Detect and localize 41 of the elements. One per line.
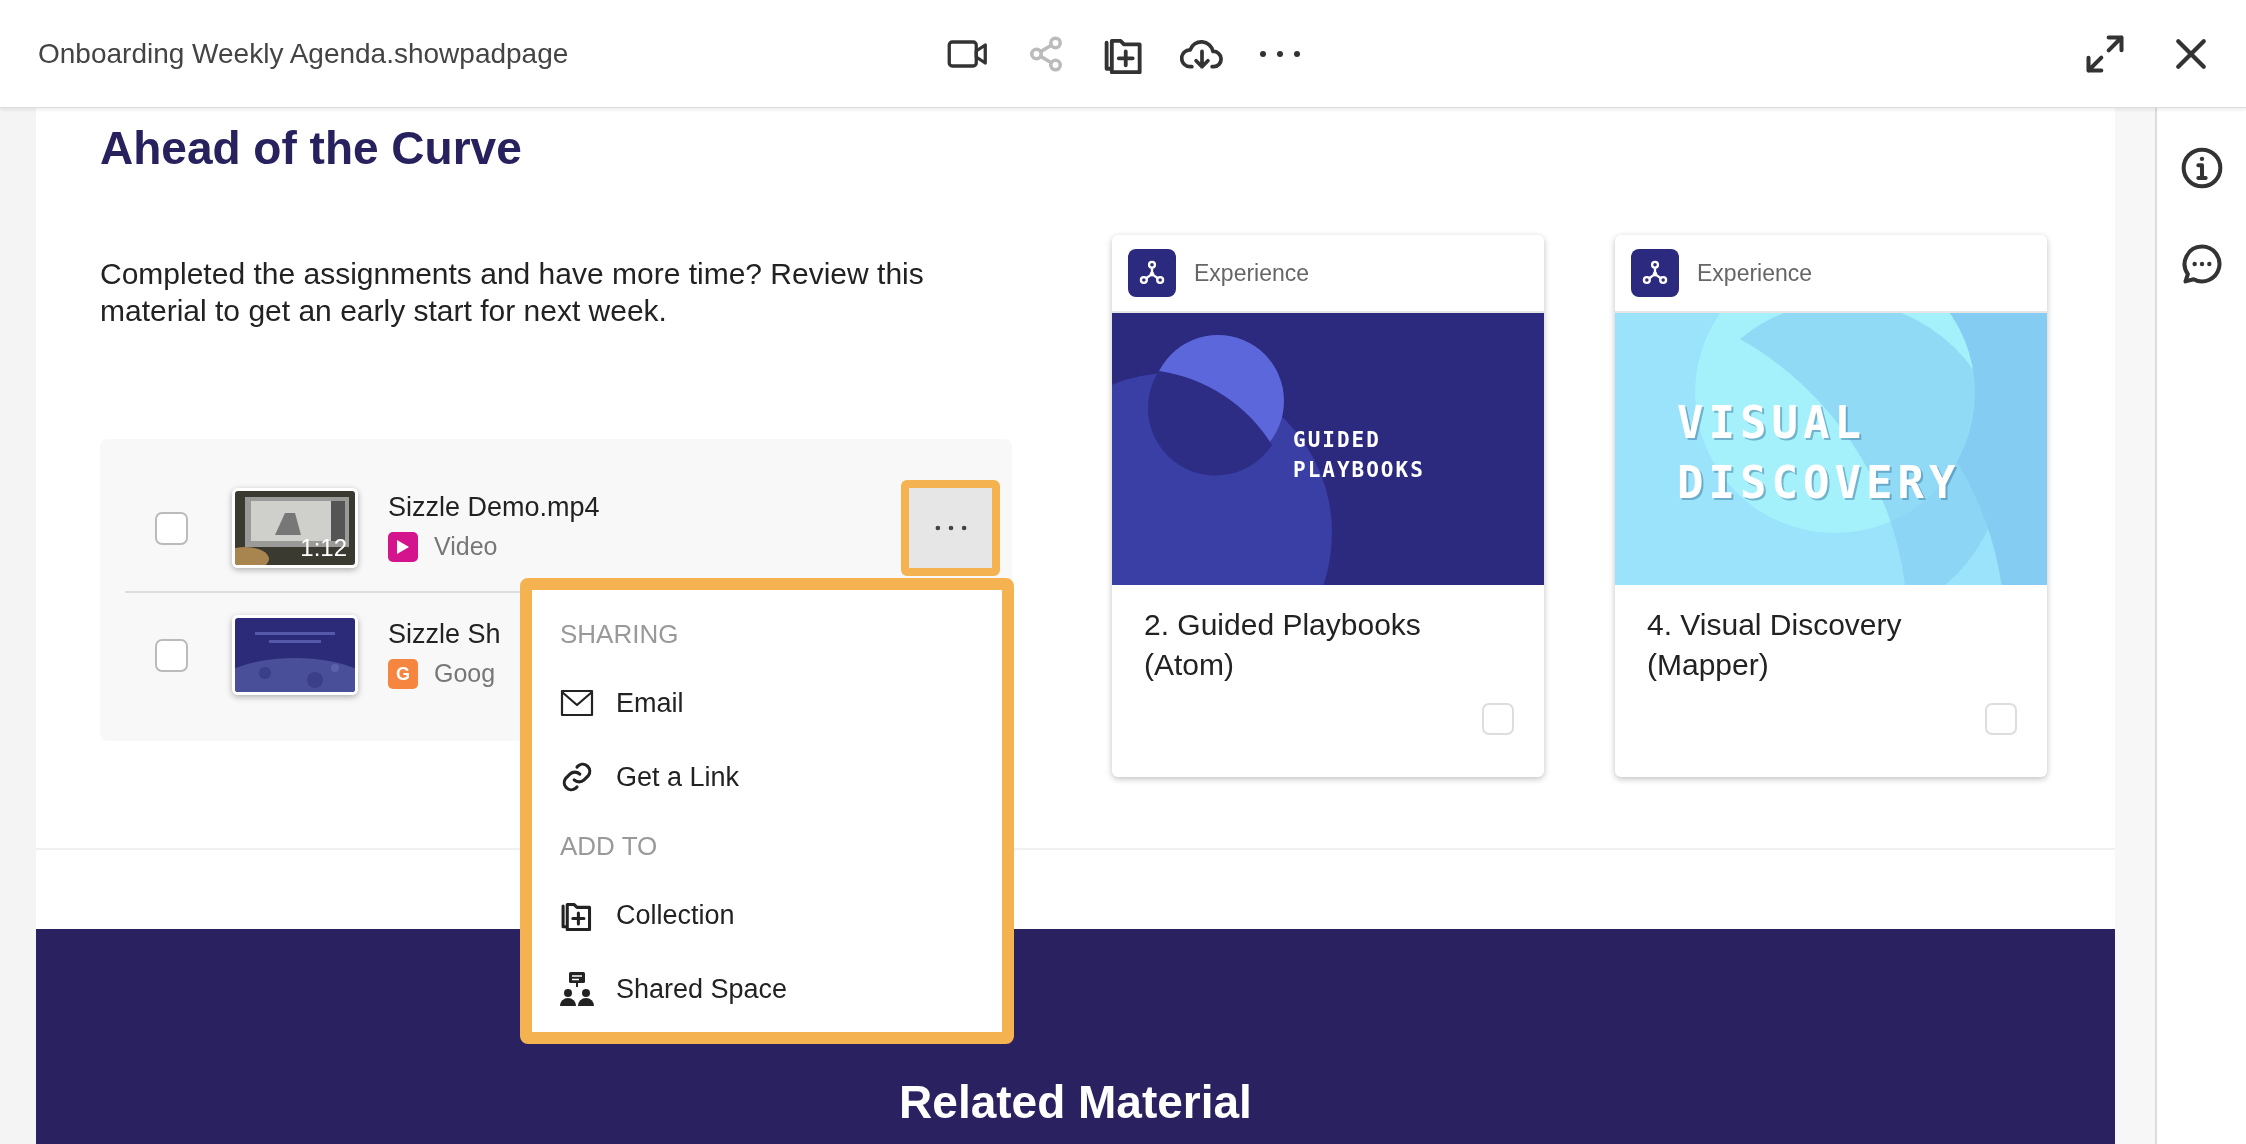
- menu-item[interactable]: Email: [557, 666, 977, 740]
- checkbox[interactable]: [155, 638, 188, 672]
- video-duration: 1:12: [300, 535, 347, 561]
- checkbox[interactable]: [1985, 703, 2017, 735]
- comment-icon: [2179, 242, 2224, 286]
- checkbox[interactable]: [1482, 703, 1514, 735]
- envelope-icon: [560, 689, 594, 717]
- section-heading: Ahead of the Curve: [100, 121, 523, 176]
- card-title: 4. Visual Discovery (Mapper): [1646, 607, 1903, 683]
- file-type: Goog: [434, 658, 496, 690]
- content-type: Experience: [1194, 258, 1310, 288]
- more-icon: [933, 524, 968, 532]
- file-type-badge: G: [388, 659, 418, 689]
- share-icon: [1027, 34, 1065, 73]
- checkbox[interactable]: [155, 511, 188, 545]
- menu-section-heading: ADD TO: [559, 829, 659, 863]
- menu-section-heading: SHARING: [559, 617, 680, 651]
- content-card[interactable]: Experience VISUAL DISCOVERY 4. Visual Discovery (Mapper): [1615, 235, 2047, 777]
- close-icon: [2174, 36, 2208, 71]
- video-camera-icon: [947, 38, 989, 69]
- menu-item[interactable]: Collection: [557, 878, 977, 952]
- cover-title: GUIDED PLAYBOOKS: [1293, 427, 1425, 484]
- document-title: Onboarding Weekly Agenda.showpadpage: [38, 36, 570, 71]
- cover-title: VISUAL DISCOVERY: [1677, 396, 1961, 510]
- more-icon: [1258, 48, 1302, 59]
- file-title: Sizzle Sh: [388, 618, 501, 652]
- content-card[interactable]: Experience GUIDED PLAYBOOKS 2. Guided Playbooks (Atom): [1112, 235, 1544, 777]
- file-title: Sizzle Demo.mp4: [388, 491, 600, 525]
- file-type: Video: [434, 531, 498, 563]
- section-description: Completed the assignments and have more time? Review this material to get an early start for next week.: [100, 256, 925, 329]
- network-icon: [1631, 249, 1679, 297]
- menu-item[interactable]: Shared Space: [557, 952, 977, 1026]
- play-icon: [388, 532, 418, 562]
- people-icon: [560, 972, 594, 1006]
- section-heading: Related Material: [898, 1075, 1253, 1129]
- network-icon: [1128, 249, 1176, 297]
- card-title: 2. Guided Playbooks (Atom): [1143, 607, 1422, 683]
- menu-item[interactable]: Get a Link: [557, 740, 977, 814]
- link-icon: [560, 760, 594, 794]
- info-icon: [2179, 146, 2224, 190]
- content-type: Experience: [1697, 258, 1813, 288]
